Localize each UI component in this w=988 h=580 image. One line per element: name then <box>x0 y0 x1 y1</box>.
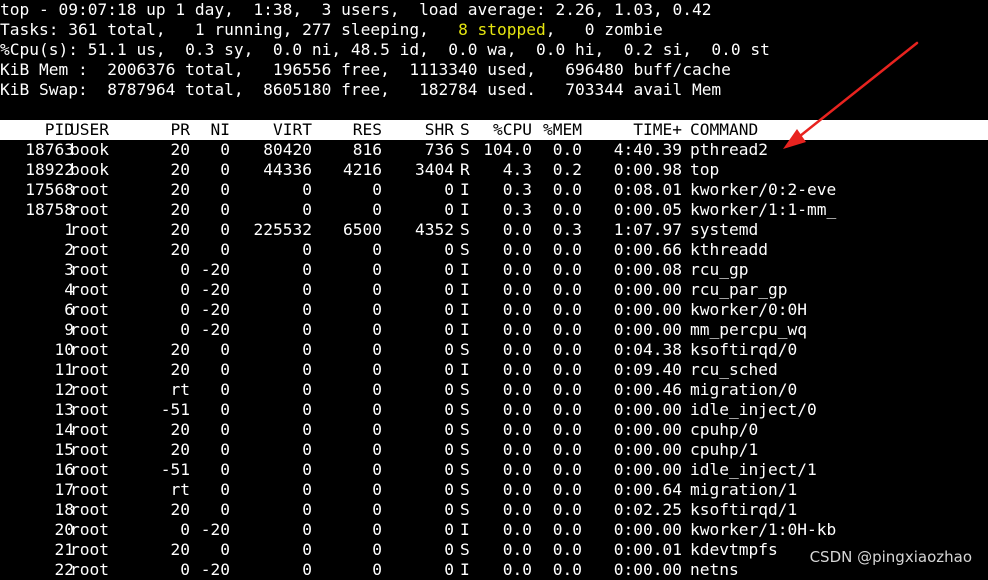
arrow-shaft <box>793 41 919 142</box>
arrow-head <box>783 129 806 149</box>
csdn-watermark: CSDN @pingxiaozhao <box>809 548 972 566</box>
arrow-annotation-icon <box>783 41 919 149</box>
